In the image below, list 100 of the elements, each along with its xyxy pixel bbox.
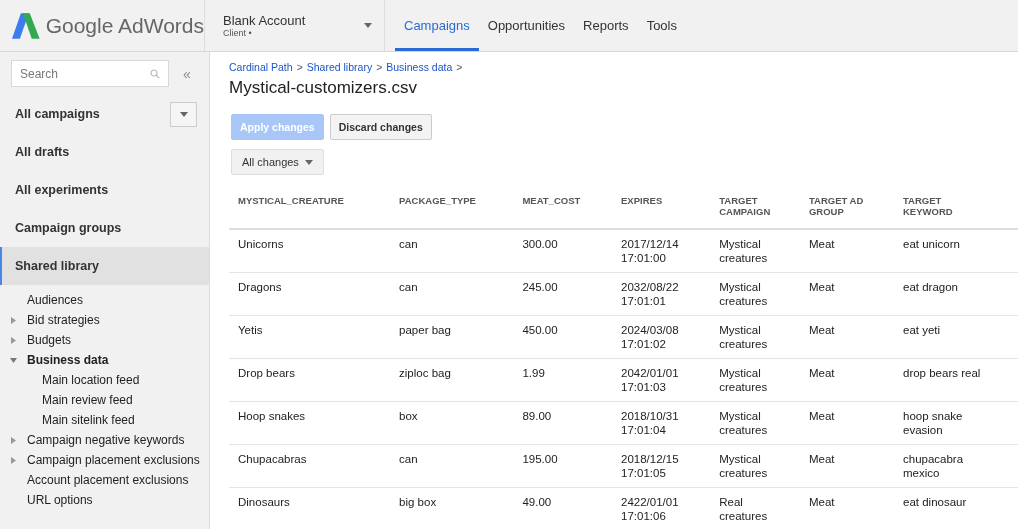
filter-dropdown[interactable]: All changes bbox=[231, 149, 324, 175]
account-name: Blank Account bbox=[223, 13, 306, 28]
sidebar-item-label: Shared library bbox=[15, 259, 100, 273]
table-cell: Meat bbox=[799, 272, 894, 315]
table-cell: 2017/12/14 17:01:00 bbox=[612, 229, 711, 272]
library-item[interactable]: Audiences bbox=[27, 293, 84, 307]
table-cell: eat yeti bbox=[894, 315, 1018, 358]
sidebar-item-label: All experiments bbox=[15, 183, 109, 197]
table-cell: Drop bears bbox=[229, 358, 391, 401]
table-cell: chupacabra mexico bbox=[894, 444, 1018, 487]
column-header[interactable]: MYSTICAL_CREATURE bbox=[229, 181, 391, 229]
column-header[interactable]: TARGET CAMPAIGN bbox=[710, 181, 800, 229]
library-item[interactable]: Campaign negative keywords bbox=[27, 433, 185, 447]
account-role: Client • bbox=[223, 28, 253, 38]
table-cell: Meat bbox=[799, 401, 894, 444]
library-item[interactable]: URL options bbox=[27, 493, 93, 507]
table-cell: Mystical creatures bbox=[710, 272, 800, 315]
table-cell: 2018/12/15 17:01:05 bbox=[612, 444, 711, 487]
breadcrumb-separator: > bbox=[456, 61, 463, 73]
table-cell: 2422/01/01 17:01:06 bbox=[612, 487, 711, 529]
table-cell: 450.00 bbox=[513, 315, 613, 358]
sidebar-item-label: All campaigns bbox=[15, 107, 100, 121]
nav-tab[interactable]: Tools bbox=[637, 3, 686, 51]
table-cell: eat unicorn bbox=[894, 229, 1018, 272]
table-cell: can bbox=[390, 272, 514, 315]
sidebar-item[interactable]: All campaigns bbox=[0, 95, 209, 133]
table-cell: eat dragon bbox=[894, 272, 1018, 315]
column-header[interactable]: MEAT_COST bbox=[513, 181, 613, 229]
library-item[interactable]: Budgets bbox=[27, 333, 72, 347]
nav-tab[interactable]: Reports bbox=[574, 3, 638, 51]
column-header[interactable]: EXPIRES bbox=[612, 181, 711, 229]
table-cell: 2018/10/31 17:01:04 bbox=[612, 401, 711, 444]
table-cell: Dragons bbox=[229, 272, 391, 315]
table-cell: drop bears real bbox=[894, 358, 1018, 401]
breadcrumb-separator: > bbox=[296, 61, 303, 73]
table-cell: Dinosaurs bbox=[229, 487, 391, 529]
library-item[interactable]: Main review feed bbox=[42, 393, 133, 407]
sidebar-item-label: All drafts bbox=[15, 145, 70, 159]
search-icon bbox=[150, 69, 160, 79]
nav-tab[interactable]: Campaigns bbox=[395, 3, 479, 51]
table-cell: eat dinosaur bbox=[894, 487, 1018, 529]
table-cell: Mystical creatures bbox=[710, 315, 800, 358]
table-cell: Meat bbox=[799, 358, 894, 401]
logo-text: Google AdWords bbox=[45, 13, 204, 38]
table-cell: Mystical creatures bbox=[710, 358, 800, 401]
caret-icon bbox=[304, 159, 313, 165]
table-cell: Yetis bbox=[229, 315, 391, 358]
table-cell: Mystical creatures bbox=[710, 401, 800, 444]
table-cell: Unicorns bbox=[229, 229, 391, 272]
table-cell: Meat bbox=[799, 487, 894, 529]
discard-button[interactable]: Discard changes bbox=[329, 114, 432, 140]
table-cell: Hoop snakes bbox=[229, 401, 391, 444]
page-title: Mystical-customizers.csv bbox=[229, 78, 418, 98]
library-item[interactable]: Main sitelink feed bbox=[42, 413, 135, 427]
library-item[interactable]: Business data bbox=[27, 353, 109, 367]
dropdown-button[interactable] bbox=[170, 101, 197, 127]
table-cell: Mystical creatures bbox=[710, 444, 800, 487]
table-cell: 1.99 bbox=[513, 358, 613, 401]
table-cell: 2032/08/22 17:01:01 bbox=[612, 272, 711, 315]
library-item[interactable]: Account placement exclusions bbox=[27, 473, 189, 487]
table-cell: can bbox=[390, 229, 514, 272]
logo-icon bbox=[12, 12, 40, 39]
table-cell: box bbox=[390, 401, 514, 444]
table-cell: 2024/03/08 17:01:02 bbox=[612, 315, 711, 358]
nav-tab[interactable]: Opportunities bbox=[478, 3, 575, 51]
caret-icon bbox=[364, 23, 372, 28]
caret-icon bbox=[179, 111, 188, 117]
library-item[interactable]: Campaign placement exclusions bbox=[27, 453, 200, 467]
sidebar-item[interactable]: All experiments bbox=[0, 171, 209, 209]
table-cell: Meat bbox=[799, 444, 894, 487]
table-cell: big box bbox=[390, 487, 514, 529]
library-item[interactable]: Bid strategies bbox=[27, 313, 100, 327]
table-cell: 300.00 bbox=[513, 229, 613, 272]
breadcrumb-link[interactable]: Business data bbox=[386, 61, 453, 73]
table-cell: Chupacabras bbox=[229, 444, 391, 487]
table-cell: 89.00 bbox=[513, 401, 613, 444]
sidebar-item[interactable]: Shared library bbox=[0, 247, 209, 285]
table-cell: 195.00 bbox=[513, 444, 613, 487]
table-cell: 49.00 bbox=[513, 487, 613, 529]
table-cell: hoop snake evasion bbox=[894, 401, 1018, 444]
table-cell: paper bag bbox=[390, 315, 514, 358]
column-header[interactable]: PACKAGE_TYPE bbox=[390, 181, 514, 229]
table-cell: 245.00 bbox=[513, 272, 613, 315]
search-field[interactable]: Search bbox=[11, 60, 169, 87]
column-header[interactable]: TARGET KEYWORD bbox=[894, 181, 1018, 229]
table-cell: Meat bbox=[799, 229, 894, 272]
table-cell: can bbox=[390, 444, 514, 487]
sidebar-item[interactable]: Campaign groups bbox=[0, 209, 209, 247]
table-cell: 2042/01/01 17:01:03 bbox=[612, 358, 711, 401]
table-cell: Mystical creatures bbox=[710, 229, 800, 272]
table-cell: ziploc bag bbox=[390, 358, 514, 401]
table-cell: Meat bbox=[799, 315, 894, 358]
breadcrumb-link[interactable]: Shared library bbox=[306, 61, 373, 73]
sidebar-item[interactable]: All drafts bbox=[0, 133, 209, 171]
table-cell: Real creatures bbox=[710, 487, 800, 529]
sidebar-item-label: Campaign groups bbox=[15, 221, 122, 235]
breadcrumb-link[interactable]: Cardinal Path bbox=[229, 61, 293, 73]
library-item[interactable]: Main location feed bbox=[42, 373, 140, 387]
breadcrumb-separator: > bbox=[376, 61, 383, 73]
column-header[interactable]: TARGET AD GROUP bbox=[799, 181, 894, 229]
